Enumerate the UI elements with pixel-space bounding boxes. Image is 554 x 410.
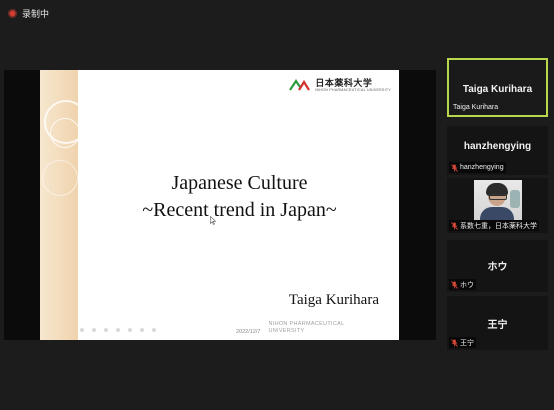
presentation-slide: 日本薬科大学 NIHON PHARMACEUTICAL UNIVERSITY J… [40,70,399,340]
participant-tag-text: 王宁 [460,339,474,347]
participant-tile[interactable]: ホウ ホウ [447,240,548,292]
shared-screen: 日本薬科大学 NIHON PHARMACEUTICAL UNIVERSITY J… [4,70,436,340]
university-name: 日本薬科大学 [315,78,373,88]
participant-video [474,180,522,220]
participant-tile[interactable]: 王宁 王宁 [447,296,548,350]
footer-uni-line2: UNIVERSITY [268,328,305,334]
participant-tag-text: hanzhengying [460,164,504,171]
participant-tile-video[interactable]: 系数七重，日本薬科大学 [447,178,548,233]
participant-name-tag: 王宁 [449,337,476,348]
participant-display-name: hanzhengying [463,141,532,152]
participant-tag-text: ホウ [460,281,474,289]
participant-tag-text: Taiga Kurihara [453,104,499,111]
slide-decoration-band [40,70,88,340]
participant-name-tag: hanzhengying [449,162,506,173]
university-logo: 日本薬科大学 NIHON PHARMACEUTICAL UNIVERSITY [289,78,391,92]
slide-title-line1: Japanese Culture [171,172,308,194]
footer-uni-line1: NIHON PHARMACEUTICAL [268,321,345,327]
mic-muted-icon [451,338,458,347]
slide-date: 2022/12/7 [236,329,261,335]
record-icon [8,8,17,18]
participant-name-tag: ホウ [449,279,476,290]
participant-name-tag: 系数七重，日本薬科大学 [449,220,539,231]
slide-title-line2: ~Recent trend in Japan~ [142,199,337,221]
participant-display-name: Taiga Kurihara [462,84,533,95]
participant-name-tag: Taiga Kurihara [451,102,500,113]
slide-footer-university: NIHON PHARMACEUTICAL UNIVERSITY [268,321,344,335]
recording-label: 录制中 [22,8,50,19]
participant-display-name: 王宁 [487,320,508,331]
participant-display-name: ホウ [487,262,508,273]
slide-footer: 2022/12/7 NIHON PHARMACEUTICAL UNIVERSIT… [236,321,344,335]
logo-mark-icon [289,79,311,91]
slide-presenter-name: Taiga Kurihara [288,292,379,308]
mic-muted-icon [451,280,458,289]
participant-tile[interactable]: hanzhengying hanzhengying [447,126,548,175]
participant-tile-active[interactable]: Taiga Kurihara Taiga Kurihara [447,58,548,117]
slide-title: Japanese Culture ~Recent trend in Japan~ [80,170,399,224]
mic-muted-icon [451,221,458,230]
recording-indicator[interactable]: 录制中 [8,6,49,20]
participant-tag-text: 系数七重，日本薬科大学 [460,222,537,230]
mic-muted-icon [451,163,458,172]
slide-dots [80,328,156,332]
cursor-icon [210,216,216,225]
university-subname: NIHON PHARMACEUTICAL UNIVERSITY [315,88,391,92]
